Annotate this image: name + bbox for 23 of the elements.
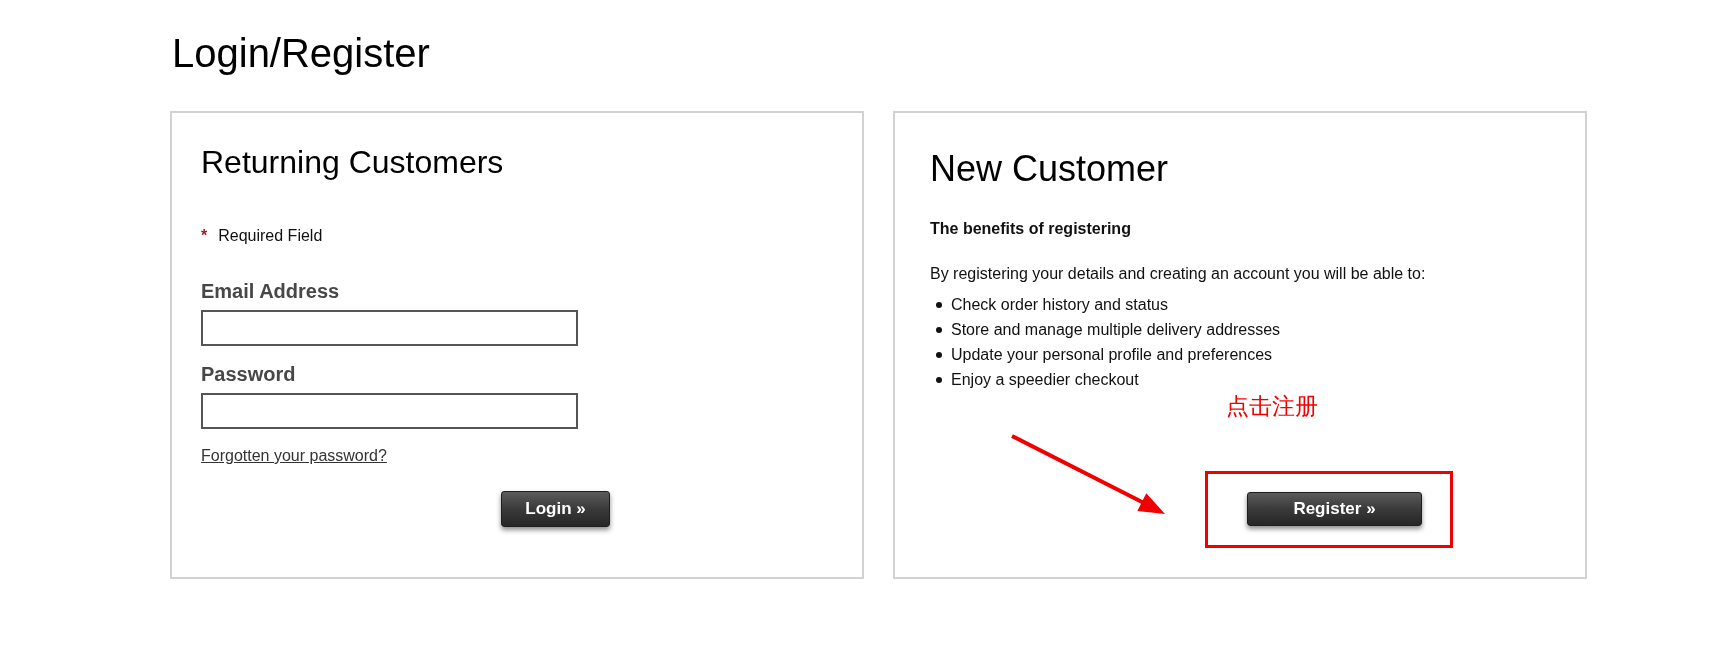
page-title: Login/Register [172, 30, 430, 77]
panel-heading: Returning Customers [201, 143, 504, 182]
panel-heading: New Customer [930, 147, 1169, 191]
benefits-heading: The benefits of registering [930, 219, 1131, 239]
benefit-item: Check order history and status [951, 295, 1168, 315]
input-field[interactable] [201, 393, 578, 429]
bullet-icon [936, 302, 942, 308]
register-button[interactable]: Register » [1247, 492, 1422, 526]
input-field[interactable] [201, 310, 578, 346]
field-label: Password [201, 362, 296, 386]
benefit-item: Enjoy a speedier checkout [951, 370, 1139, 390]
benefit-item: Store and manage multiple delivery addresses [951, 320, 1281, 340]
field-label: Email Address [201, 279, 340, 303]
required-note: Required Field [218, 226, 323, 246]
bullet-icon [936, 377, 942, 383]
benefits-intro: By registering your details and creating an account you will be able to: [930, 264, 1426, 284]
bullet-icon [936, 352, 942, 358]
annotation-text: 点击注册 [1226, 394, 1318, 420]
login-button[interactable]: Login » [501, 491, 610, 527]
bullet-icon [936, 327, 942, 333]
benefit-item: Update your personal profile and preferences [951, 345, 1273, 365]
required-marker: * [201, 226, 208, 246]
forgot-password-link[interactable]: Forgotten your password? [201, 446, 387, 466]
